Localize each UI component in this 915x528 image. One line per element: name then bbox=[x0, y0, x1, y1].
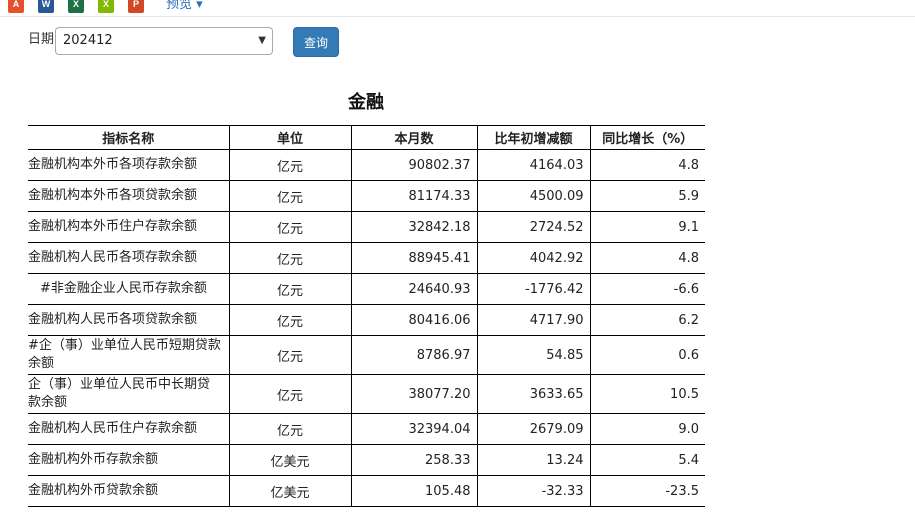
table-row: #企（事）业单位人民币短期贷款余额 亿元 8786.97 54.85 0.6 bbox=[28, 335, 705, 375]
excel-green-icon[interactable]: X bbox=[98, 0, 114, 13]
table-row: 金融机构人民币各项存款余额 亿元 88945.41 4042.92 4.8 bbox=[28, 242, 705, 274]
indicator-name-cell: 金融机构本外币各项贷款余额 bbox=[28, 180, 229, 212]
table-row: 金融机构本外币各项贷款余额 亿元 81174.33 4500.09 5.9 bbox=[28, 180, 705, 212]
finance-table: 指标名称 单位 本月数 比年初增减额 同比增长（%） 金融机构本外币各项存款余额… bbox=[28, 125, 705, 507]
header-current-month: 本月数 bbox=[350, 125, 477, 150]
indicator-name-cell: 金融机构人民币住户存款余额 bbox=[28, 413, 229, 445]
indicator-name-cell: #非金融企业人民币存款余额 bbox=[28, 273, 229, 305]
unit-cell: 亿元 bbox=[228, 273, 351, 305]
header-yoy-growth: 同比增长（%） bbox=[589, 125, 705, 150]
current-month-cell: 258.33 bbox=[350, 444, 477, 476]
change-ytd-cell: 4500.09 bbox=[476, 180, 590, 212]
yoy-growth-cell: 9.1 bbox=[589, 211, 705, 243]
table-row: 金融机构本外币住户存款余额 亿元 32842.18 2724.52 9.1 bbox=[28, 211, 705, 243]
yoy-growth-cell: 5.4 bbox=[589, 444, 705, 476]
date-select-value: 202412 bbox=[63, 33, 113, 48]
yoy-growth-cell: 0.6 bbox=[589, 335, 705, 375]
current-month-cell: 24640.93 bbox=[350, 273, 477, 305]
table-row: 金融机构人民币住户存款余额 亿元 32394.04 2679.09 9.0 bbox=[28, 413, 705, 445]
unit-cell: 亿美元 bbox=[228, 475, 351, 507]
change-ytd-cell: 4717.90 bbox=[476, 304, 590, 336]
change-ytd-cell: 2724.52 bbox=[476, 211, 590, 243]
indicator-name-cell: 企（事）业单位人民币中长期贷款余额 bbox=[28, 374, 229, 414]
change-ytd-cell: 3633.65 bbox=[476, 374, 590, 414]
yoy-growth-cell: 6.2 bbox=[589, 304, 705, 336]
indicator-name-cell: #企（事）业单位人民币短期贷款余额 bbox=[28, 335, 229, 375]
export-toolbar: A W X X P 预览 ▾ bbox=[0, 0, 915, 17]
yoy-growth-cell: 5.9 bbox=[589, 180, 705, 212]
table-row: 金融机构外币贷款余额 亿美元 105.48 -32.33 -23.5 bbox=[28, 475, 705, 507]
current-month-cell: 90802.37 bbox=[350, 149, 477, 181]
indicator-name-cell: 金融机构外币存款余额 bbox=[28, 444, 229, 476]
yoy-growth-cell: 4.8 bbox=[589, 242, 705, 274]
indicator-name-cell: 金融机构人民币各项贷款余额 bbox=[28, 304, 229, 336]
preview-dropdown[interactable]: 预览 ▾ bbox=[166, 0, 203, 12]
header-unit: 单位 bbox=[228, 125, 351, 150]
unit-cell: 亿元 bbox=[228, 304, 351, 336]
current-month-cell: 32842.18 bbox=[350, 211, 477, 243]
table-row: 金融机构外币存款余额 亿美元 258.33 13.24 5.4 bbox=[28, 444, 705, 476]
change-ytd-cell: 54.85 bbox=[476, 335, 590, 375]
pdf-icon[interactable]: A bbox=[8, 0, 24, 13]
powerpoint-icon[interactable]: P bbox=[128, 0, 144, 13]
table-row: 金融机构人民币各项贷款余额 亿元 80416.06 4717.90 6.2 bbox=[28, 304, 705, 336]
current-month-cell: 105.48 bbox=[350, 475, 477, 507]
table-row: #非金融企业人民币存款余额 亿元 24640.93 -1776.42 -6.6 bbox=[28, 273, 705, 305]
unit-cell: 亿元 bbox=[228, 211, 351, 243]
unit-cell: 亿元 bbox=[228, 413, 351, 445]
excel-icon[interactable]: X bbox=[68, 0, 84, 13]
yoy-growth-cell: 4.8 bbox=[589, 149, 705, 181]
current-month-cell: 80416.06 bbox=[350, 304, 477, 336]
current-month-cell: 88945.41 bbox=[350, 242, 477, 274]
header-indicator: 指标名称 bbox=[28, 125, 229, 150]
change-ytd-cell: 2679.09 bbox=[476, 413, 590, 445]
unit-cell: 亿元 bbox=[228, 242, 351, 274]
current-month-cell: 8786.97 bbox=[350, 335, 477, 375]
current-month-cell: 38077.20 bbox=[350, 374, 477, 414]
unit-cell: 亿元 bbox=[228, 374, 351, 414]
query-button[interactable]: 查询 bbox=[293, 27, 339, 57]
date-label: 日期 bbox=[28, 32, 55, 47]
page-title: 金融 bbox=[348, 92, 384, 113]
unit-cell: 亿元 bbox=[228, 180, 351, 212]
unit-cell: 亿美元 bbox=[228, 444, 351, 476]
change-ytd-cell: 4042.92 bbox=[476, 242, 590, 274]
change-ytd-cell: 13.24 bbox=[476, 444, 590, 476]
yoy-growth-cell: 9.0 bbox=[589, 413, 705, 445]
change-ytd-cell: -32.33 bbox=[476, 475, 590, 507]
chevron-down-icon: ▼ bbox=[258, 35, 266, 46]
change-ytd-cell: 4164.03 bbox=[476, 149, 590, 181]
unit-cell: 亿元 bbox=[228, 335, 351, 375]
indicator-name-cell: 金融机构人民币各项存款余额 bbox=[28, 242, 229, 274]
table-row: 企（事）业单位人民币中长期贷款余额 亿元 38077.20 3633.65 10.5 bbox=[28, 374, 705, 414]
indicator-name-cell: 金融机构本外币各项存款余额 bbox=[28, 149, 229, 181]
date-select[interactable]: 202412 ▼ bbox=[55, 27, 273, 55]
table-row: 金融机构本外币各项存款余额 亿元 90802.37 4164.03 4.8 bbox=[28, 149, 705, 181]
indicator-name-cell: 金融机构外币贷款余额 bbox=[28, 475, 229, 507]
yoy-growth-cell: 10.5 bbox=[589, 374, 705, 414]
current-month-cell: 81174.33 bbox=[350, 180, 477, 212]
indicator-name-cell: 金融机构本外币住户存款余额 bbox=[28, 211, 229, 243]
table-header-row: 指标名称 单位 本月数 比年初增减额 同比增长（%） bbox=[28, 125, 705, 150]
word-icon[interactable]: W bbox=[38, 0, 54, 13]
change-ytd-cell: -1776.42 bbox=[476, 273, 590, 305]
yoy-growth-cell: -6.6 bbox=[589, 273, 705, 305]
yoy-growth-cell: -23.5 bbox=[589, 475, 705, 507]
header-change-ytd: 比年初增减额 bbox=[476, 125, 590, 150]
current-month-cell: 32394.04 bbox=[350, 413, 477, 445]
unit-cell: 亿元 bbox=[228, 149, 351, 181]
